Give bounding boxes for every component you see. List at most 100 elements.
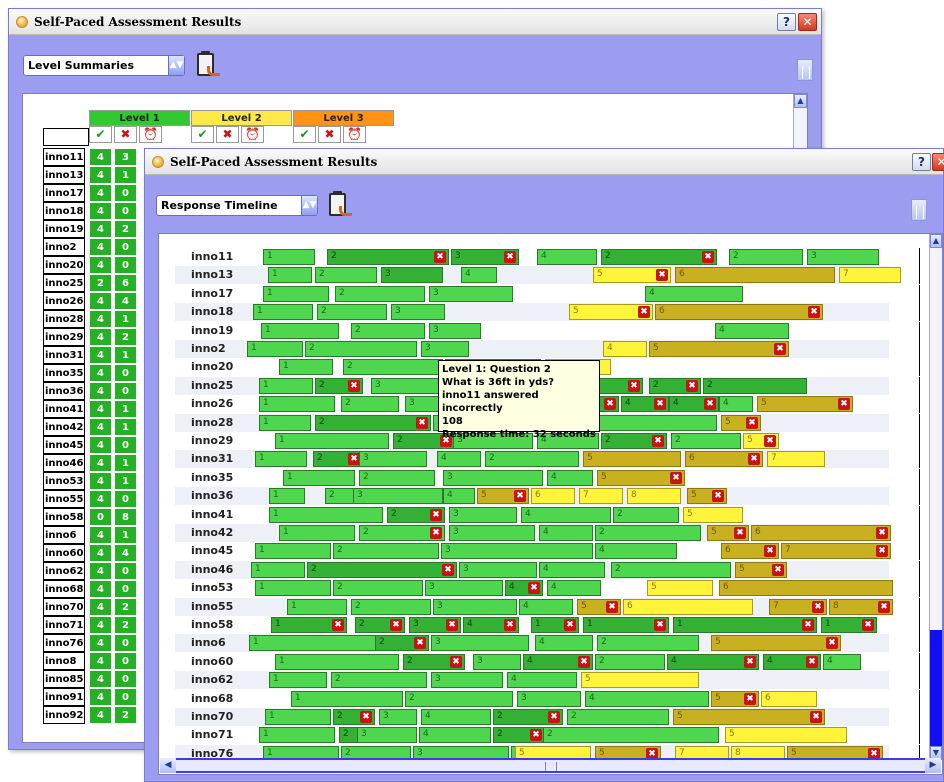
scroll-grip[interactable] <box>544 762 557 771</box>
help-button[interactable]: ? <box>912 153 931 171</box>
response-bar[interactable]: 5 ✖ <box>673 709 825 725</box>
response-bar[interactable]: 1 <box>275 653 399 670</box>
response-bar[interactable]: 1 ✖ <box>673 617 817 633</box>
response-bar[interactable]: 4 <box>539 525 593 541</box>
document-icon[interactable] <box>797 59 813 81</box>
response-bar[interactable]: 4 <box>519 598 573 615</box>
response-bar[interactable]: 1 <box>269 488 305 505</box>
response-bar[interactable]: 6 <box>623 598 753 615</box>
response-bar[interactable]: 1 <box>279 525 355 541</box>
response-bar[interactable]: 2✖ <box>493 709 563 725</box>
response-bar[interactable]: 3 <box>441 543 593 560</box>
response-bar[interactable]: 4 <box>535 635 593 652</box>
response-bar[interactable]: 3 <box>371 377 443 394</box>
response-bar[interactable]: 1 <box>283 469 355 486</box>
response-bar[interactable]: 1 <box>291 690 403 707</box>
response-bar[interactable]: 2✖ <box>315 377 363 394</box>
response-bar[interactable]: 1 <box>269 672 327 689</box>
response-bar[interactable]: 4 <box>507 672 577 689</box>
response-bar[interactable]: 3 <box>391 304 445 321</box>
response-bar[interactable]: 4 <box>645 285 743 302</box>
response-bar[interactable]: 6 ✖ <box>721 543 779 560</box>
response-bar[interactable]: 3 <box>381 267 443 284</box>
response-bar[interactable]: 2 <box>343 359 443 376</box>
response-bar[interactable]: 2✖ <box>313 451 363 468</box>
response-bar[interactable]: 5 <box>581 672 699 689</box>
response-bar[interactable]: 3 <box>449 506 517 523</box>
response-bar[interactable]: 4 <box>443 488 475 505</box>
response-bar[interactable]: 1 <box>261 322 339 339</box>
response-bar[interactable]: 2✖ <box>359 525 445 541</box>
response-bar[interactable]: 3 <box>459 561 537 578</box>
response-bar[interactable]: 5 ✖ <box>687 488 727 505</box>
response-bar[interactable]: 3 <box>431 672 503 689</box>
response-bar[interactable]: 3 <box>353 488 443 505</box>
response-bar[interactable]: 5 ✖ <box>477 488 529 505</box>
response-bar[interactable]: 2 <box>333 543 439 560</box>
response-bar[interactable]: 1 <box>287 598 347 615</box>
response-bar[interactable]: 6 <box>675 267 835 284</box>
response-bar[interactable]: 2 <box>567 709 669 725</box>
response-bar[interactable]: 5 ✖ <box>757 396 853 413</box>
response-bar[interactable]: 4 <box>437 451 481 468</box>
response-bar[interactable]: 4 <box>537 249 597 265</box>
response-bar[interactable]: 2 <box>333 580 423 597</box>
response-bar[interactable]: 3 <box>433 598 517 615</box>
response-bar[interactable]: 4 <box>603 341 647 357</box>
response-bar[interactable]: 1 <box>255 451 307 468</box>
response-bar[interactable]: 6 <box>719 580 893 597</box>
scroll-thumb[interactable] <box>930 630 942 746</box>
response-bar[interactable]: 4✖ <box>667 653 759 670</box>
response-bar[interactable]: 5 ✖ <box>597 469 685 486</box>
response-bar[interactable]: 4✖ <box>621 396 669 413</box>
response-bar[interactable]: 2✖ <box>327 249 449 265</box>
response-bar[interactable]: 1 <box>253 304 313 321</box>
response-bar[interactable]: 3 <box>429 322 481 339</box>
response-bar[interactable]: 3 <box>425 580 503 597</box>
response-bar[interactable]: 2 <box>671 433 741 449</box>
response-bar[interactable]: 7 ✖ <box>769 598 827 615</box>
response-bar[interactable]: 6 ✖ <box>655 304 823 321</box>
response-bar[interactable]: 1 ✖ <box>531 617 579 633</box>
response-bar[interactable]: 2✖ <box>601 249 717 265</box>
view-select[interactable]: Response Timeline ▲▼ <box>156 195 318 216</box>
response-bar[interactable]: 1 ✖ <box>821 617 877 633</box>
response-bar[interactable]: 4 <box>547 580 601 597</box>
response-bar[interactable]: 7 ✖ <box>781 543 891 560</box>
response-bar[interactable]: 5 ✖ <box>593 267 671 284</box>
response-bar[interactable]: 2 <box>405 690 513 707</box>
response-bar[interactable]: 2 <box>595 653 665 670</box>
response-bar[interactable]: 2 <box>305 341 417 357</box>
response-bar[interactable]: 3 <box>517 690 581 707</box>
response-bar[interactable]: 2✖ <box>493 727 545 744</box>
export-report-icon[interactable] <box>327 191 353 221</box>
response-bar[interactable]: 1 <box>259 727 335 744</box>
response-bar[interactable]: 4 <box>547 469 593 486</box>
response-bar[interactable]: 5 <box>647 580 713 597</box>
response-bar[interactable]: 2 <box>611 561 731 578</box>
response-bar[interactable]: 2✖ <box>649 377 701 394</box>
response-bar[interactable]: 6 <box>531 488 575 505</box>
response-bar[interactable]: 3 <box>473 653 521 670</box>
document-icon[interactable] <box>911 199 927 221</box>
response-bar[interactable]: 4✖ <box>523 653 593 670</box>
help-button[interactable]: ? <box>777 13 796 31</box>
response-bar[interactable]: 2 <box>703 377 807 394</box>
scroll-right-button[interactable]: ▶ <box>925 758 941 773</box>
response-bar[interactable]: 2 <box>351 322 425 339</box>
response-bar[interactable]: 2 <box>341 396 399 413</box>
response-bar[interactable]: 3 <box>359 451 427 468</box>
scroll-left-button[interactable]: ◀ <box>160 758 176 773</box>
response-bar[interactable]: 3 <box>431 635 529 652</box>
scroll-up-button[interactable]: ▲ <box>930 234 942 248</box>
response-bar[interactable]: 4 <box>421 709 491 725</box>
scroll-track[interactable] <box>176 760 925 771</box>
response-bar[interactable]: 2✖ <box>355 617 405 633</box>
horizontal-scrollbar[interactable]: ◀ ▶ <box>160 758 941 773</box>
response-bar[interactable]: 4✖ <box>763 653 821 670</box>
response-bar[interactable]: 2✖ <box>307 561 457 578</box>
response-bar[interactable]: 5 <box>583 451 681 468</box>
response-bar[interactable]: 3 <box>429 285 513 302</box>
window-titlebar[interactable]: Self-Paced Assessment Results ? ✕ <box>145 149 944 175</box>
response-bar[interactable]: 4 <box>585 690 709 707</box>
